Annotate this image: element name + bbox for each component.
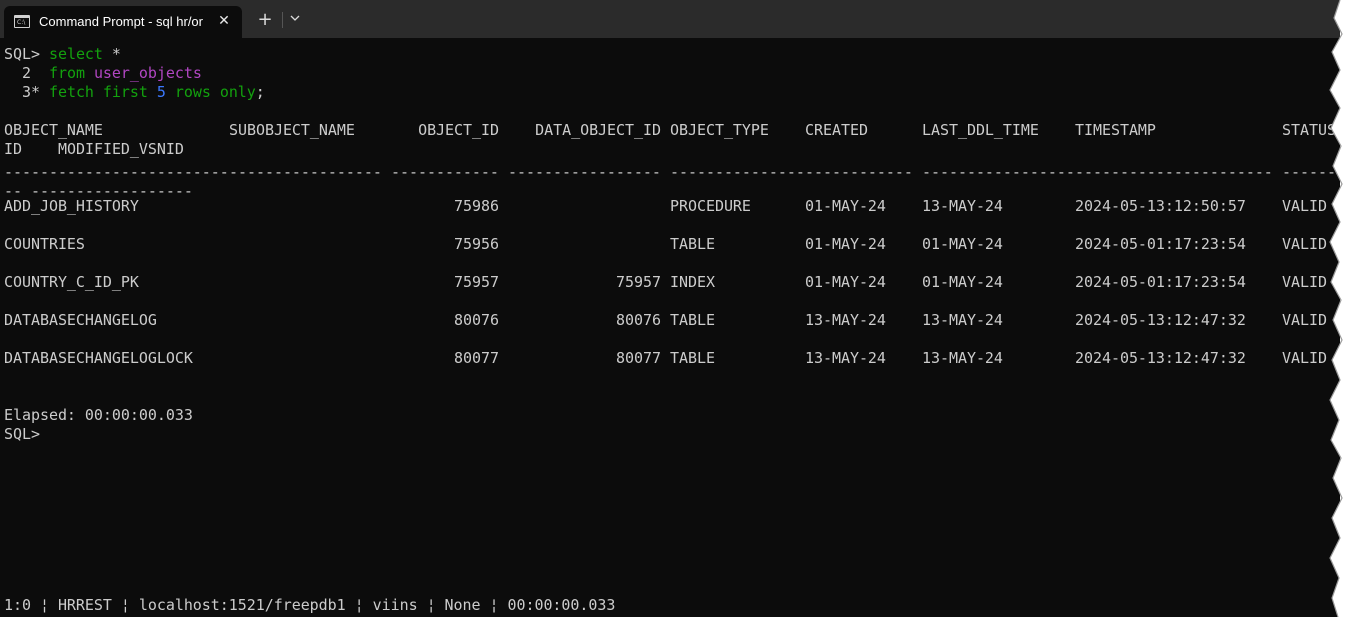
cell-object-type: PROCEDURE	[670, 197, 751, 215]
tab-command-prompt[interactable]: C:\ Command Prompt - sql hr/or ✕	[4, 6, 242, 38]
cell-data-object-id: 80077	[616, 349, 661, 367]
tab-title: Command Prompt - sql hr/or	[39, 14, 203, 29]
separator-object-name: -------------------------	[4, 163, 229, 181]
sql-prompt-final: SQL>	[4, 425, 40, 443]
separator-last-ddl-time: -----------------	[922, 163, 1075, 181]
keyword-select: select	[48, 45, 103, 63]
cell-created: 13-MAY-24	[805, 311, 886, 329]
cell-last-ddl-time: 13-MAY-24	[922, 311, 1003, 329]
select-star: *	[102, 45, 121, 63]
fetch-count: 5	[156, 83, 166, 101]
status-bar: 1:0 ¦ HRREST ¦ localhost:1521/freepdb1 ¦…	[4, 596, 616, 614]
cell-created: 13-MAY-24	[805, 349, 886, 367]
sql-prompt: SQL>	[4, 45, 40, 63]
command-prompt-icon: C:\	[14, 15, 30, 28]
table-row: DATABASECHANGELOGLOCK 80077 80077 TABLE …	[4, 349, 1340, 368]
header-last-ddl-time: LAST_DDL_TIME	[922, 121, 1039, 139]
cell-object-name: DATABASECHANGELOG	[4, 311, 157, 329]
cell-timestamp: 2024-05-13:12:47:32	[1075, 349, 1246, 367]
query-line-2: 2 from user_objects	[4, 64, 202, 83]
cell-object-id: 80077	[454, 349, 499, 367]
cell-object-type: TABLE	[670, 349, 715, 367]
tab-bar: C:\ Command Prompt - sql hr/or ✕ +	[0, 0, 1340, 38]
header-object-name: OBJECT_NAME	[4, 121, 103, 139]
cell-timestamp: 2024-05-01:17:23:54	[1075, 235, 1246, 253]
header-object-id: OBJECT_ID	[418, 121, 499, 139]
cell-object-id: 75956	[454, 235, 499, 253]
result-header-wrap: ID MODIFIED_VSNID	[4, 140, 184, 159]
elapsed-time: Elapsed: 00:00:00.033	[4, 406, 193, 424]
line-number: 2	[4, 64, 31, 82]
cell-timestamp: 2024-05-13:12:47:32	[1075, 311, 1246, 329]
cell-timestamp: 2024-05-13:12:50:57	[1075, 197, 1246, 215]
keyword-rows-only: rows only	[174, 83, 256, 101]
result-separator: ------------------------- --------------…	[4, 163, 1340, 182]
cell-object-name: ADD_JOB_HISTORY	[4, 197, 139, 215]
cell-data-object-id: 80076	[616, 311, 661, 329]
cell-last-ddl-time: 01-MAY-24	[922, 273, 1003, 291]
separator-subobject-name: -----------------	[229, 163, 382, 181]
new-tab-button[interactable]: +	[252, 7, 278, 33]
table-row: COUNTRIES 75956 TABLE 01-MAY-24 01-MAY-2…	[4, 235, 1340, 254]
cell-object-name: DATABASECHANGELOGLOCK	[4, 349, 193, 367]
terminal-window: C:\ Command Prompt - sql hr/or ✕ + SQL> …	[0, 0, 1340, 617]
terminal-output[interactable]: SQL> select * 2 from user_objects 3* fet…	[4, 45, 1340, 617]
table-row: DATABASECHANGELOG 80076 80076 TABLE 13-M…	[4, 311, 1340, 330]
cell-object-type: TABLE	[670, 235, 715, 253]
cell-object-id: 75986	[454, 197, 499, 215]
header-data-object-id: DATA_OBJECT_ID	[535, 121, 661, 139]
header-object-type: OBJECT_TYPE	[670, 121, 769, 139]
statement-terminator: ;	[255, 83, 265, 101]
separator-object-type: ---------------	[670, 163, 805, 181]
header-id: ID	[4, 140, 22, 158]
query-line-1: SQL> select *	[4, 45, 121, 64]
separator-created: ------------	[805, 163, 913, 181]
header-timestamp: TIMESTAMP	[1075, 121, 1156, 139]
tab-divider	[282, 12, 283, 28]
table-row: ADD_JOB_HISTORY 75986 PROCEDURE 01-MAY-2…	[4, 197, 1340, 216]
header-modified-vsnid: MODIFIED_VSNID	[58, 140, 184, 158]
cell-last-ddl-time: 13-MAY-24	[922, 349, 1003, 367]
separator-timestamp: ----------------------	[1075, 163, 1273, 181]
cell-created: 01-MAY-24	[805, 273, 886, 291]
cell-object-id: 80076	[454, 311, 499, 329]
keyword-from: from	[48, 64, 85, 82]
header-created: CREATED	[805, 121, 868, 139]
separator-object-id: ------------	[391, 163, 499, 181]
close-tab-icon[interactable]: ✕	[214, 11, 234, 31]
cell-data-object-id: 75957	[616, 273, 661, 291]
table-row: COUNTRY_C_ID_PK 75957 75957 INDEX 01-MAY…	[4, 273, 1340, 292]
separator-data-object-id: -----------------	[508, 163, 661, 181]
cell-created: 01-MAY-24	[805, 235, 886, 253]
cell-created: 01-MAY-24	[805, 197, 886, 215]
header-subobject-name: SUBOBJECT_NAME	[229, 121, 355, 139]
cell-timestamp: 2024-05-01:17:23:54	[1075, 273, 1246, 291]
cell-object-name: COUNTRY_C_ID_PK	[4, 273, 139, 291]
cell-last-ddl-time: 13-MAY-24	[922, 197, 1003, 215]
result-header: OBJECT_NAME SUBOBJECT_NAME OBJECT_ID DAT…	[4, 121, 1340, 140]
keyword-fetch-first: fetch first	[48, 83, 148, 101]
cell-last-ddl-time: 01-MAY-24	[922, 235, 1003, 253]
cell-object-name: COUNTRIES	[4, 235, 85, 253]
line-number: 3*	[4, 83, 40, 101]
query-line-3: 3* fetch first 5 rows only;	[4, 83, 265, 102]
cell-object-id: 75957	[454, 273, 499, 291]
torn-edge	[1329, 0, 1355, 617]
chevron-down-icon[interactable]	[284, 7, 306, 33]
cell-object-type: TABLE	[670, 311, 715, 329]
cell-object-type: INDEX	[670, 273, 715, 291]
table-name: user_objects	[93, 64, 202, 82]
